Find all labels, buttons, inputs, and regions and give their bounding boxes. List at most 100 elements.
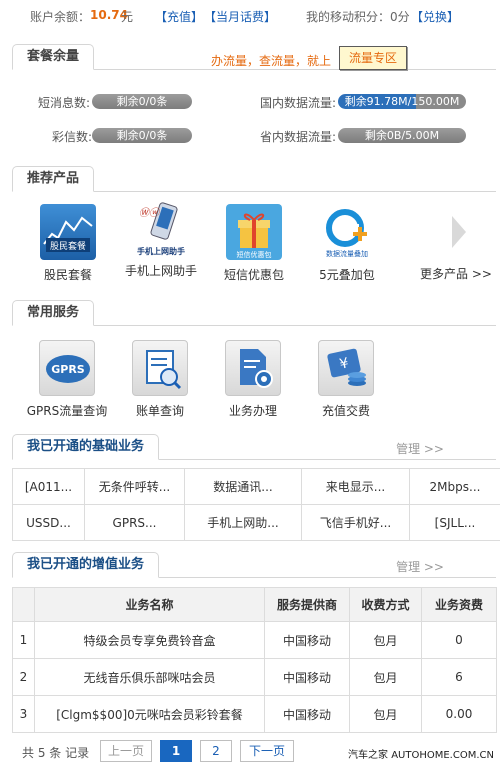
product-label: 股民套餐 [43, 268, 92, 282]
document-gear-icon [225, 340, 281, 396]
table-row: USSD... GPRS... 手机上网助... 飞信手机好... [SJLL.… [12, 504, 500, 541]
product-sms-package[interactable]: 短信优惠包 短信优惠包 [206, 204, 302, 283]
mms-remaining: 剩余0/0条 [92, 128, 192, 143]
row-index: 3 [12, 695, 35, 733]
flow-promo-text: 办流量，查流量，就上 [211, 54, 332, 68]
chevron-right-icon[interactable] [449, 214, 469, 253]
basic-service-cell[interactable]: 数据通讯... [184, 468, 302, 505]
column-header: 收费方式 [349, 587, 422, 622]
row-index: 1 [12, 621, 35, 659]
tab-recommended[interactable]: 推荐产品 [12, 166, 95, 192]
basic-service-cell[interactable]: [SJLL... [409, 504, 500, 541]
sms-label: 短消息数: [38, 96, 91, 110]
redeem-link[interactable]: 【兑换】 [411, 8, 459, 25]
service-business-handling[interactable]: 业务办理 [205, 340, 301, 419]
tab-services[interactable]: 常用服务 [12, 300, 95, 326]
column-header: 服务提供商 [264, 587, 350, 622]
basic-service-cell[interactable]: 手机上网助... [184, 504, 302, 541]
product-data-addon[interactable]: 数据流量叠加 5元叠加包 [299, 204, 395, 283]
basic-service-cell[interactable]: 2Mbps... [409, 468, 500, 505]
service-label: 充值交费 [321, 404, 370, 418]
svg-text:手机上网助手: 手机上网助手 [137, 246, 185, 256]
basic-service-cell[interactable]: [A011... [12, 468, 85, 505]
svg-text:Ⓦⓦ: Ⓦⓦ [139, 207, 161, 219]
basic-service-cell[interactable]: GPRS... [84, 504, 185, 541]
page-2-button[interactable]: 2 [200, 740, 232, 762]
billing-method: 包月 [349, 621, 422, 659]
more-products-link[interactable]: 更多产品 >> [420, 265, 492, 282]
monthly-bill-link[interactable]: 【当月话费】 [204, 8, 276, 25]
recommended-section-header: 推荐产品 [12, 166, 496, 192]
table-row: 2 无线音乐俱乐部咪咕会员 中国移动 包月 6 [12, 658, 497, 696]
basic-service-cell[interactable]: 无条件呼转... [84, 468, 185, 505]
data-addon-icon: 数据流量叠加 [319, 204, 375, 260]
column-header: 业务资费 [421, 587, 497, 622]
sms-remaining: 剩余0/0条 [92, 94, 192, 109]
tab-basic-services[interactable]: 我已开通的基础业务 [12, 434, 160, 460]
service-name: 无线音乐俱乐部咪咕会员 [34, 658, 265, 696]
service-gprs-query[interactable]: GPRS GPRS流量查询 [19, 340, 115, 419]
service-provider: 中国移动 [264, 658, 350, 696]
basic-services-section-header: 我已开通的基础业务 管理 >> [12, 434, 496, 460]
basic-manage-link[interactable]: 管理 >> [396, 440, 444, 457]
basic-service-cell[interactable]: USSD... [12, 504, 85, 541]
money-coins-icon: ¥ [318, 340, 374, 396]
gprs-icon: GPRS [39, 340, 95, 396]
svg-text:短信优惠包: 短信优惠包 [237, 250, 272, 259]
mms-label: 彩信数: [52, 130, 93, 144]
table-row: 1 特级会员专享免费铃音盒 中国移动 包月 0 [12, 621, 497, 659]
tab-value-added[interactable]: 我已开通的增值业务 [12, 552, 160, 578]
value-added-table: 业务名称 服务提供商 收费方式 业务资费 1 特级会员专享免费铃音盒 中国移动 … [12, 587, 497, 733]
service-bill-query[interactable]: 账单查询 [112, 340, 208, 419]
provincial-data-label: 省内数据流量: [260, 130, 337, 144]
billing-method: 包月 [349, 695, 422, 733]
gift-box-icon: 短信优惠包 [226, 204, 282, 260]
basic-services-table: [A011... 无条件呼转... 数据通讯... 来电显示... 2Mbps.… [12, 468, 500, 541]
balance-unit: 元 [121, 10, 134, 24]
service-fee: 6 [421, 658, 497, 696]
product-label: 5元叠加包 [319, 268, 375, 282]
service-provider: 中国移动 [264, 621, 350, 659]
product-label: 手机上网助手 [124, 264, 197, 278]
account-bar: 账户余额： 10.74 元 【充值】 【当月话费】 我的移动积分：0分 【兑换】 [0, 0, 500, 32]
recharge-link[interactable]: 【充值】 [155, 8, 203, 25]
value-added-section-header: 我已开通的增值业务 管理 >> [12, 552, 496, 578]
watermark: 汽车之家 AUTOHOME.COM.CN [348, 750, 494, 761]
billing-method: 包月 [349, 658, 422, 696]
next-page-button[interactable]: 下一页 [240, 740, 294, 762]
record-count: 共 5 条 记录 [22, 746, 90, 760]
svg-text:股民套餐: 股民套餐 [50, 240, 86, 252]
domestic-data-label: 国内数据流量: [260, 96, 337, 110]
value-added-manage-link[interactable]: 管理 >> [396, 558, 444, 575]
service-name: 特级会员专享免费铃音盒 [34, 621, 265, 659]
bill-search-icon [132, 340, 188, 396]
svg-text:数据流量叠加: 数据流量叠加 [326, 249, 368, 258]
basic-service-cell[interactable]: 飞信手机好... [301, 504, 410, 541]
balance-label: 账户余额： [30, 10, 91, 24]
service-name: [Clgm$$00]0元咪咕会员彩铃套餐 [34, 695, 265, 733]
table-header-row: 业务名称 服务提供商 收费方式 业务资费 [12, 587, 497, 622]
product-stock-plan[interactable]: 股民套餐 股民套餐 [20, 204, 116, 283]
basic-service-cell[interactable]: 来电显示... [301, 468, 410, 505]
domestic-data-remaining: 剩余91.78M/150.00M [338, 94, 466, 109]
tab-quota[interactable]: 套餐余量 [12, 44, 95, 70]
provincial-data-remaining: 剩余0B/5.00M [338, 128, 466, 143]
table-row: [A011... 无条件呼转... 数据通讯... 来电显示... 2Mbps.… [12, 468, 500, 505]
svg-text:GPRS: GPRS [51, 363, 85, 376]
page-1-button[interactable]: 1 [160, 740, 192, 762]
points-text: 我的移动积分：0分 [306, 10, 410, 24]
service-label: 账单查询 [135, 404, 184, 418]
product-phone-internet[interactable]: Ⓦⓦ 手机上网助手 手机上网助手 [113, 200, 209, 279]
column-header: 业务名称 [34, 587, 265, 622]
prev-page-button[interactable]: 上一页 [100, 740, 152, 762]
service-fee: 0.00 [421, 695, 497, 733]
product-label: 短信优惠包 [223, 268, 284, 282]
flow-zone-button[interactable]: 流量专区 [339, 46, 407, 70]
service-fee: 0 [421, 621, 497, 659]
service-label: GPRS流量查询 [26, 404, 108, 418]
stock-chart-icon: 股民套餐 [40, 204, 96, 260]
service-label: 业务办理 [228, 404, 277, 418]
service-recharge-payment[interactable]: ¥ 充值交费 [298, 340, 394, 419]
service-provider: 中国移动 [264, 695, 350, 733]
services-section-header: 常用服务 [12, 300, 496, 326]
